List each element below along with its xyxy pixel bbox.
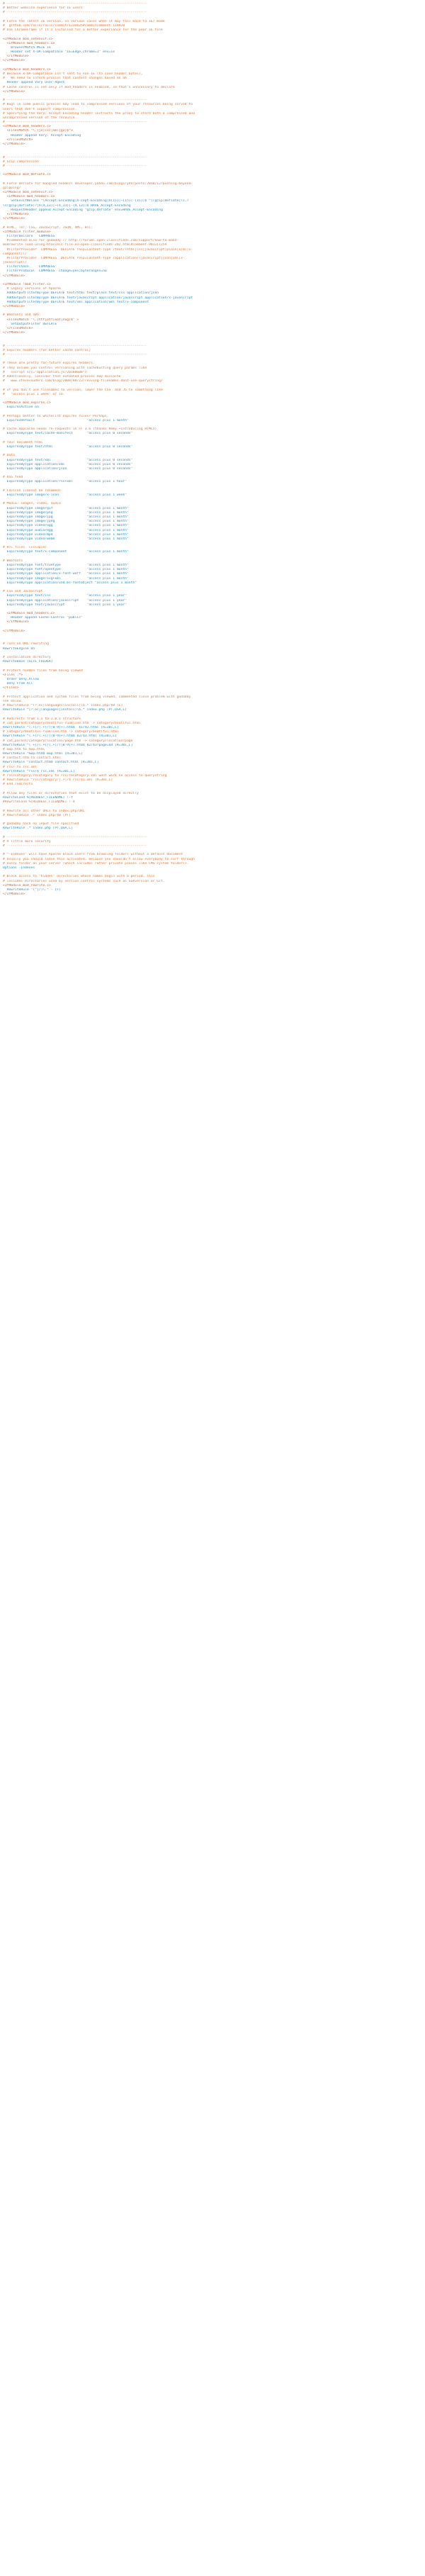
code-line: </IfModule> (3, 892, 26, 897)
htaccess-code-listing: # --------------------------------------… (0, 0, 425, 897)
